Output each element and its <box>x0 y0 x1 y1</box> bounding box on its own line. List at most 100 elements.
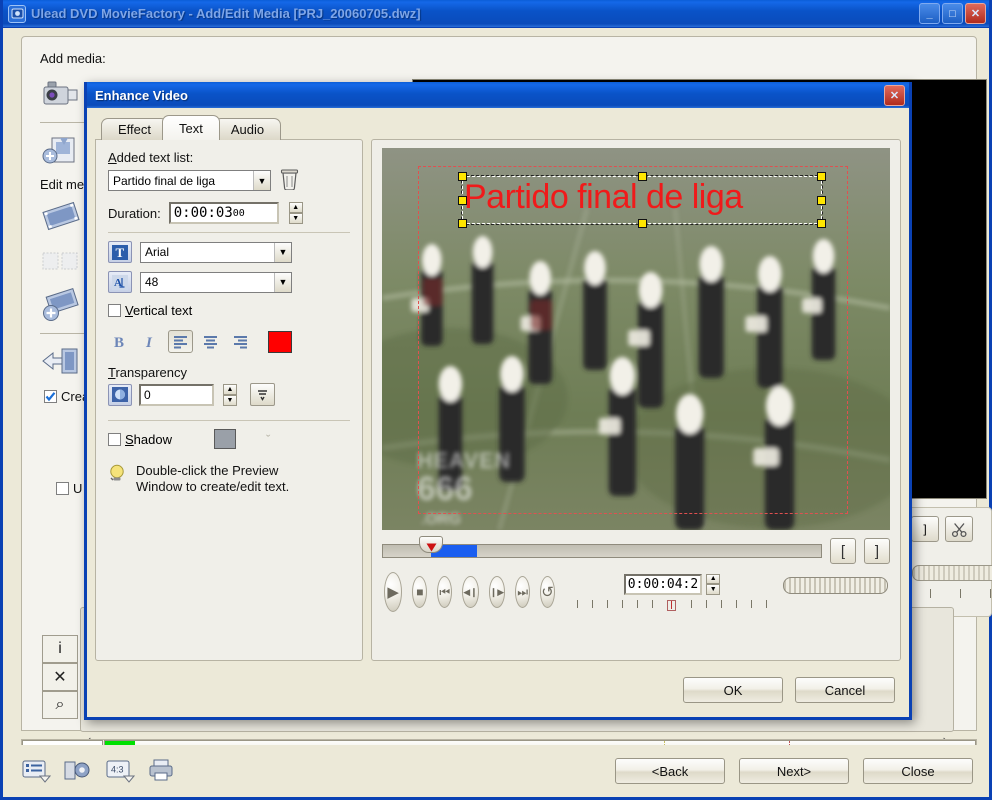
hint-line-2: Window to create/edit text. <box>136 479 290 494</box>
resize-handle-s[interactable] <box>638 219 647 228</box>
volume-slider[interactable] <box>783 576 888 594</box>
duration-frames: 00 <box>232 207 245 219</box>
use-checkbox[interactable]: U <box>56 481 82 496</box>
tab-effect[interactable]: Effect <box>101 118 169 140</box>
delete-icon[interactable]: ✕ <box>42 663 78 691</box>
align-right-button[interactable] <box>228 330 253 353</box>
aspect-4-3-icon[interactable]: 4:3 <box>103 756 137 786</box>
font-icon[interactable]: T <box>108 241 132 263</box>
transparency-icon[interactable] <box>108 383 132 406</box>
duration-value: 0:00:03 <box>173 205 233 221</box>
resize-handle-e[interactable] <box>817 196 826 205</box>
thumbnail-tool-column: i ✕ ⌕ <box>42 635 78 719</box>
scissors-icon[interactable] <box>945 516 973 542</box>
font-family-value: Arial <box>145 245 170 259</box>
transparency-stepper[interactable]: ▲ ▼ <box>223 383 237 406</box>
scrub-row: [ ] <box>382 536 890 564</box>
transparency-field[interactable]: 0 <box>139 383 214 406</box>
sidebar-item-add-video[interactable] <box>40 77 82 115</box>
back-button[interactable]: <Back <box>615 758 725 784</box>
add-slideshow-icon <box>40 132 82 170</box>
repeat-button[interactable]: ↺ <box>540 576 555 608</box>
resize-handle-w[interactable] <box>458 196 467 205</box>
text-selection-box[interactable] <box>458 172 826 228</box>
duration-field[interactable]: 0:00:03 00 <box>168 202 279 224</box>
added-text-select[interactable]: Partido final de liga ▼ <box>108 170 271 191</box>
timecode-stepper[interactable]: ▲ ▼ <box>706 573 721 595</box>
added-text-value: Partido final de liga <box>113 173 216 188</box>
dialog-close-button[interactable]: ✕ <box>884 84 905 106</box>
next-button[interactable]: ⏭ <box>515 576 531 608</box>
align-center-button[interactable] <box>198 330 223 353</box>
close-wizard-button[interactable]: Close <box>863 758 973 784</box>
timeline-scrubber[interactable] <box>382 536 822 558</box>
resize-handle-n[interactable] <box>638 172 647 181</box>
stop-button[interactable]: ■ <box>412 576 428 608</box>
info-icon[interactable]: i <box>42 635 78 663</box>
preview-pane: HEAVEN 666 .ORG Partido final de liga [… <box>371 139 901 661</box>
create-menu-checkbox[interactable]: Crea <box>44 389 89 404</box>
video-preview[interactable]: HEAVEN 666 .ORG Partido final de liga <box>382 148 890 530</box>
playhead-handle[interactable] <box>419 536 443 553</box>
next-button[interactable]: Next> <box>739 758 849 784</box>
text-options-pane: Added text list: Partido final de liga ▼… <box>95 139 363 661</box>
resize-handle-sw[interactable] <box>458 219 467 228</box>
font-size-select[interactable]: 48 ▼ <box>140 271 292 293</box>
soften-edge-icon[interactable] <box>250 383 275 406</box>
divider-2 <box>108 420 350 421</box>
svg-text:T: T <box>116 245 125 260</box>
mark-in-button[interactable]: [ <box>830 538 856 564</box>
maximize-button[interactable]: □ <box>942 3 963 24</box>
resize-handle-ne[interactable] <box>817 172 826 181</box>
chevron-down-icon[interactable]: ▼ <box>274 242 291 262</box>
resize-handle-se[interactable] <box>817 219 826 228</box>
movie-factory-icon <box>8 4 26 23</box>
add-media-label: Add media: <box>40 51 106 66</box>
step-forward-button[interactable]: ❙▶ <box>488 576 506 608</box>
mark-bracket-icon[interactable]: ] <box>911 516 939 542</box>
vertical-text-checkbox[interactable] <box>108 304 121 317</box>
shadow-checkbox[interactable] <box>108 432 121 446</box>
shadow-color-swatch[interactable] <box>213 429 236 449</box>
dialog-body: Effect Text Audio Added text list: Parti… <box>87 108 909 717</box>
timecode-field[interactable]: 0:00:04:2 <box>623 573 703 595</box>
window-titlebar: Ulead DVD MovieFactory - Add/Edit Media … <box>3 0 989 28</box>
font-size-icon[interactable]: A <box>108 271 132 293</box>
dialog-titlebar: Enhance Video ✕ <box>87 82 909 108</box>
background-volume-bar[interactable] <box>912 565 992 581</box>
create-menu-checkbox-box[interactable] <box>44 390 57 403</box>
bold-button[interactable]: B <box>108 330 133 353</box>
transport-controls: ▶ ■ ⏮ ◀❙ ❙▶ ⏭ ↺ 0:00:04:2 ▲ ▼ <box>384 572 888 612</box>
align-left-button[interactable] <box>168 330 193 353</box>
zoom-icon[interactable]: ⌕ <box>42 691 78 719</box>
tab-audio[interactable]: Audio <box>213 118 282 140</box>
text-color-swatch[interactable] <box>268 330 292 353</box>
dialog-tabs: Effect Text Audio <box>101 115 353 140</box>
previous-button[interactable]: ⏮ <box>437 576 453 608</box>
transparency-label: Transparency <box>108 365 188 380</box>
printer-icon[interactable] <box>145 756 179 786</box>
minimize-button[interactable]: _ <box>919 3 940 24</box>
lightbulb-icon <box>108 463 128 495</box>
tab-text[interactable]: Text <box>162 115 220 140</box>
close-button[interactable]: ✕ <box>965 3 986 24</box>
trash-icon[interactable] <box>280 168 299 193</box>
chevron-down-icon[interactable]: ▼ <box>253 171 270 190</box>
ok-button[interactable]: OK <box>683 677 783 703</box>
resize-handle-nw[interactable] <box>458 172 467 181</box>
chevron-down-icon[interactable]: ▼ <box>274 272 291 292</box>
menu-list-icon[interactable] <box>19 756 53 786</box>
mark-out-button[interactable]: ] <box>864 538 890 564</box>
duration-stepper[interactable]: ▲ ▼ <box>288 202 303 224</box>
current-position-marker <box>667 599 677 611</box>
use-checkbox-label: U <box>73 481 83 496</box>
shadow-label: Shadow <box>125 431 172 447</box>
shadow-expand-button[interactable]: ˇ <box>266 432 270 447</box>
settings-icon[interactable] <box>61 756 95 786</box>
use-checkbox-box[interactable] <box>56 482 69 495</box>
font-family-select[interactable]: Arial ▼ <box>140 241 292 263</box>
cancel-button[interactable]: Cancel <box>795 677 895 703</box>
italic-button[interactable]: I <box>138 330 163 353</box>
step-back-button[interactable]: ◀❙ <box>462 576 479 608</box>
play-button[interactable]: ▶ <box>384 572 403 612</box>
